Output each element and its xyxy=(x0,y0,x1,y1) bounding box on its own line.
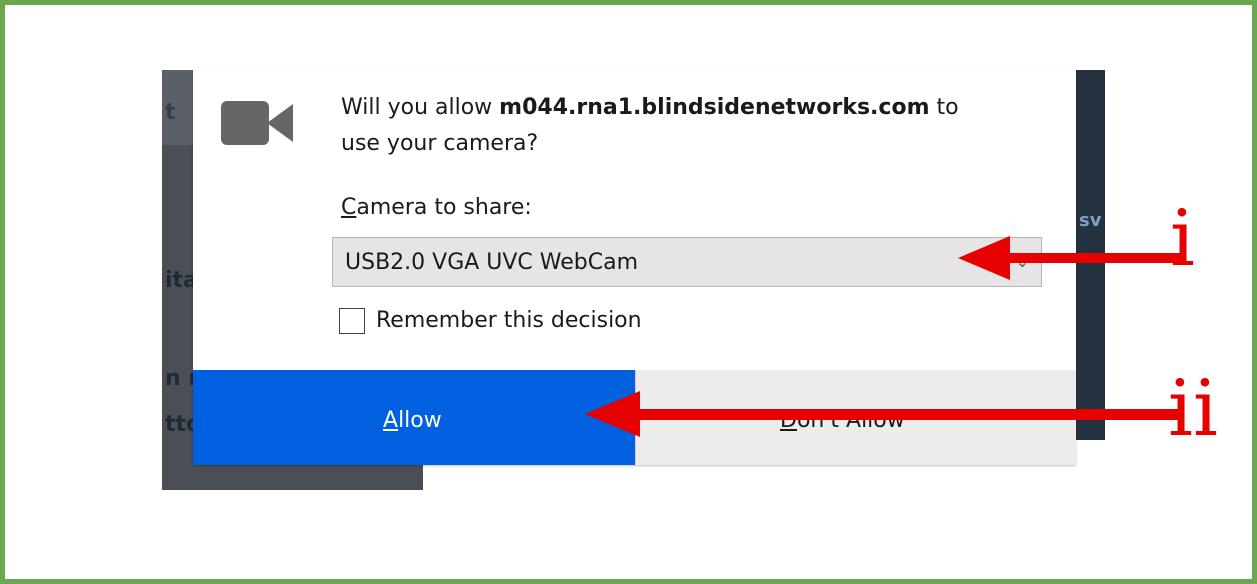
camera-select[interactable]: USB2.0 VGA UVC WebCam ⌄ xyxy=(332,237,1042,287)
access-key: C xyxy=(341,195,357,220)
permission-prompt: Will you allow m044.rna1.blindsidenetwor… xyxy=(341,90,1041,162)
camera-select-value: USB2.0 VGA UVC WebCam xyxy=(345,250,639,275)
remember-label: Remember this decision xyxy=(376,308,642,333)
allow-button[interactable]: Allow xyxy=(193,370,635,465)
annotation-arrow-ii xyxy=(585,391,1180,437)
prompt-host: m044.rna1.blindsidenetworks.com xyxy=(499,95,930,120)
camera-to-share-label: Camera to share: xyxy=(341,195,532,220)
prompt-suffix: to xyxy=(929,95,959,120)
camera-icon xyxy=(221,101,293,145)
prompt-line2: use your camera? xyxy=(341,131,539,156)
label-rest: amera to share: xyxy=(356,195,532,220)
annotation-label-i: i xyxy=(1170,194,1195,284)
remember-checkbox[interactable] xyxy=(339,308,365,334)
annotation-arrow-i xyxy=(958,236,1180,280)
background-text: t xyxy=(165,100,176,125)
prompt-prefix: Will you allow xyxy=(341,95,500,120)
allow-button-label: Allow xyxy=(383,408,442,433)
annotation-label-ii: ii xyxy=(1168,364,1218,454)
